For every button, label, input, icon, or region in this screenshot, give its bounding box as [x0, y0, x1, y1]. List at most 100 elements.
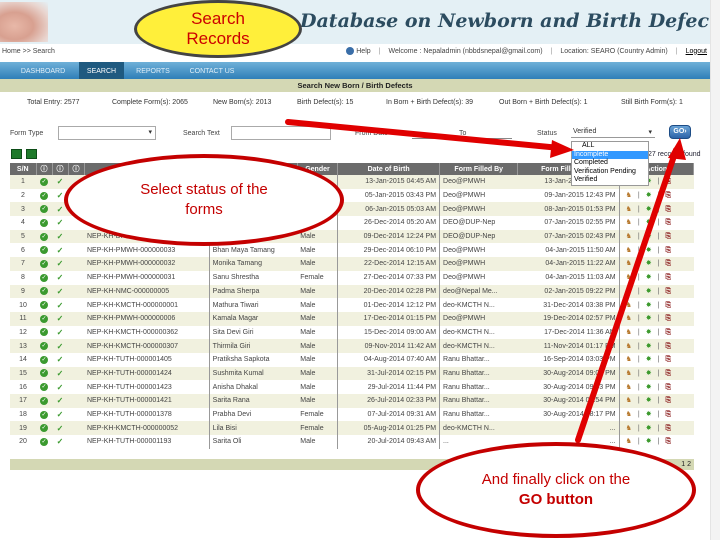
- pdf-icon[interactable]: ⎘: [665, 397, 671, 405]
- cell-registration[interactable]: NEP-KH-TUTH-000001421: [84, 394, 210, 408]
- pdf-icon[interactable]: ⎘: [665, 438, 671, 446]
- col-sn[interactable]: S/N: [10, 163, 37, 175]
- view-person-icon[interactable]: ♞: [626, 273, 632, 281]
- edit-gear-icon[interactable]: ✸: [646, 410, 652, 418]
- edit-gear-icon[interactable]: ✸: [646, 246, 652, 254]
- pdf-icon[interactable]: ⎘: [665, 288, 671, 296]
- status-option-verification-pending[interactable]: Verification Pending: [572, 168, 648, 177]
- cell-registration[interactable]: NEP-KH-PMWH-000000006: [84, 311, 210, 326]
- view-person-icon[interactable]: ♞: [626, 301, 632, 309]
- view-person-icon[interactable]: ♞: [626, 437, 632, 445]
- pdf-icon[interactable]: ⎘: [665, 425, 671, 433]
- view-person-icon[interactable]: ♞: [626, 232, 632, 240]
- nav-dashboard[interactable]: Dashboard: [12, 62, 74, 79]
- edit-gear-icon[interactable]: ✸: [646, 437, 652, 445]
- cell-registration[interactable]: NEP-KH-TUTH-000001424: [84, 366, 210, 381]
- view-person-icon[interactable]: ♞: [626, 287, 632, 295]
- edit-gear-icon[interactable]: ✸: [646, 355, 652, 363]
- verified-check-icon[interactable]: ✓: [57, 177, 64, 186]
- verified-check-icon[interactable]: ✓: [57, 437, 64, 446]
- status-select[interactable]: Verified ▾: [571, 126, 655, 138]
- edit-gear-icon[interactable]: ✸: [646, 396, 652, 404]
- verified-check-icon[interactable]: ✓: [57, 396, 64, 405]
- pdf-icon[interactable]: ⎘: [665, 233, 671, 241]
- view-person-icon[interactable]: ♞: [626, 369, 632, 377]
- nav-search[interactable]: Search: [79, 62, 124, 79]
- edit-gear-icon[interactable]: ✸: [646, 218, 652, 226]
- pdf-icon[interactable]: ⎘: [665, 206, 671, 214]
- pdf-icon[interactable]: ⎘: [665, 329, 671, 337]
- pdf-icon[interactable]: ⎘: [665, 370, 671, 378]
- verified-check-icon[interactable]: ✓: [57, 342, 64, 351]
- pdf-icon[interactable]: ⎘: [665, 411, 671, 419]
- verified-check-icon[interactable]: ✓: [57, 301, 64, 310]
- export-csv-icon[interactable]: [26, 149, 37, 159]
- nav-reports[interactable]: Reports: [130, 62, 176, 79]
- pdf-icon[interactable]: ⎘: [665, 343, 671, 351]
- from-date-input[interactable]: [412, 126, 454, 139]
- pdf-icon[interactable]: ⎘: [665, 274, 671, 282]
- export-excel-icon[interactable]: [11, 149, 22, 159]
- help-link[interactable]: Help: [346, 47, 371, 55]
- view-person-icon[interactable]: ♞: [626, 410, 632, 418]
- pagination[interactable]: 1 2: [681, 461, 691, 468]
- edit-gear-icon[interactable]: ✸: [646, 424, 652, 432]
- edit-gear-icon[interactable]: ✸: [646, 232, 652, 240]
- verified-check-icon[interactable]: ✓: [57, 355, 64, 364]
- verified-check-icon[interactable]: ✓: [57, 205, 64, 214]
- col-filled-by[interactable]: Form Filled By: [439, 163, 519, 175]
- logout-link[interactable]: Logout: [686, 48, 707, 55]
- status-option-all[interactable]: ALL: [572, 142, 648, 151]
- view-person-icon[interactable]: ♞: [626, 191, 632, 199]
- view-person-icon[interactable]: ♞: [626, 355, 632, 363]
- verified-check-icon[interactable]: ✓: [57, 259, 64, 268]
- view-person-icon[interactable]: ♞: [626, 246, 632, 254]
- verified-check-icon[interactable]: ✓: [57, 369, 64, 378]
- pdf-icon[interactable]: ⎘: [665, 192, 671, 200]
- view-person-icon[interactable]: ♞: [626, 424, 632, 432]
- view-person-icon[interactable]: ♞: [626, 396, 632, 404]
- edit-gear-icon[interactable]: ✸: [646, 369, 652, 377]
- page-scrollbar[interactable]: [710, 0, 720, 540]
- verified-check-icon[interactable]: ✓: [57, 273, 64, 282]
- verified-check-icon[interactable]: ✓: [57, 191, 64, 200]
- pdf-icon[interactable]: ⎘: [665, 356, 671, 364]
- pdf-icon[interactable]: ⎘: [665, 384, 671, 392]
- to-date-input[interactable]: [470, 126, 512, 139]
- verified-check-icon[interactable]: ✓: [57, 424, 64, 433]
- edit-gear-icon[interactable]: ✸: [646, 205, 652, 213]
- cell-registration[interactable]: NEP-KH-NMC-000000005: [84, 284, 210, 299]
- verified-check-icon[interactable]: ✓: [57, 328, 64, 337]
- cell-registration[interactable]: NEP-KH-KMCTH-000000001: [84, 298, 210, 312]
- edit-gear-icon[interactable]: ✸: [646, 342, 652, 350]
- view-person-icon[interactable]: ♞: [626, 218, 632, 226]
- pdf-icon[interactable]: ⎘: [665, 219, 671, 227]
- pdf-icon[interactable]: ⎘: [665, 247, 671, 255]
- verified-check-icon[interactable]: ✓: [57, 383, 64, 392]
- col-dob[interactable]: Date of Birth: [337, 163, 441, 175]
- cell-registration[interactable]: NEP-KH-TUTH-000001423: [84, 380, 210, 394]
- edit-gear-icon[interactable]: ✸: [646, 383, 652, 391]
- view-person-icon[interactable]: ♞: [626, 259, 632, 267]
- pdf-icon[interactable]: ⎘: [665, 315, 671, 323]
- edit-gear-icon[interactable]: ✸: [646, 273, 652, 281]
- view-person-icon[interactable]: ♞: [626, 205, 632, 213]
- edit-gear-icon[interactable]: ✸: [646, 287, 652, 295]
- go-button[interactable]: GO›: [669, 125, 691, 139]
- view-person-icon[interactable]: ♞: [626, 342, 632, 350]
- verified-check-icon[interactable]: ✓: [57, 410, 64, 419]
- search-text-input[interactable]: [231, 126, 331, 140]
- edit-gear-icon[interactable]: ✸: [646, 191, 652, 199]
- view-person-icon[interactable]: ♞: [626, 383, 632, 391]
- view-person-icon[interactable]: ♞: [626, 328, 632, 336]
- cell-registration[interactable]: NEP-KH-TUTH-000001378: [84, 407, 210, 422]
- edit-gear-icon[interactable]: ✸: [646, 314, 652, 322]
- form-type-select[interactable]: ▾: [58, 126, 156, 140]
- nav-contact-us[interactable]: Contact Us: [184, 62, 240, 79]
- cell-registration[interactable]: NEP-KH-KMCTH-000000307: [84, 339, 210, 353]
- edit-gear-icon[interactable]: ✸: [646, 328, 652, 336]
- verified-check-icon[interactable]: ✓: [57, 287, 64, 296]
- cell-registration[interactable]: NEP-KH-TUTH-000001193: [84, 435, 210, 449]
- cell-registration[interactable]: NEP-KH-PMWH-000000031: [84, 270, 210, 285]
- verified-check-icon[interactable]: ✓: [57, 246, 64, 255]
